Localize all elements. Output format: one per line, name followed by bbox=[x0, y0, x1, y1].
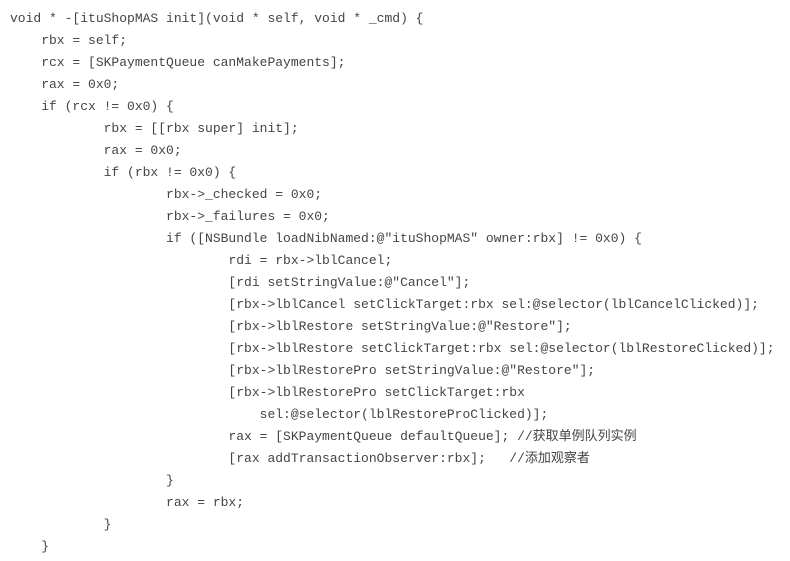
code-line: if (rcx != 0x0) { bbox=[10, 96, 780, 118]
code-line: sel:@selector(lblRestoreProClicked)]; bbox=[10, 404, 780, 426]
code-line: rax = 0x0; bbox=[10, 74, 780, 96]
code-line: rbx = [[rbx super] init]; bbox=[10, 118, 780, 140]
code-line: [rax addTransactionObserver:rbx]; //添加观察… bbox=[10, 448, 780, 470]
code-line: [rbx->lblRestorePro setStringValue:@"Res… bbox=[10, 360, 780, 382]
code-line: } bbox=[10, 470, 780, 492]
code-line: } bbox=[10, 536, 780, 558]
code-line: [rbx->lblRestorePro setClickTarget:rbx bbox=[10, 382, 780, 404]
code-line: } bbox=[10, 514, 780, 536]
code-line: if (rbx != 0x0) { bbox=[10, 162, 780, 184]
code-line: rax = [SKPaymentQueue defaultQueue]; //获… bbox=[10, 426, 780, 448]
code-line: rax = 0x0; bbox=[10, 140, 780, 162]
code-line: void * -[ituShopMAS init](void * self, v… bbox=[10, 8, 780, 30]
code-line: rdi = rbx->lblCancel; bbox=[10, 250, 780, 272]
code-line: rax = rbx; bbox=[10, 492, 780, 514]
code-line: if ([NSBundle loadNibNamed:@"ituShopMAS"… bbox=[10, 228, 780, 250]
code-line: [rbx->lblRestore setClickTarget:rbx sel:… bbox=[10, 338, 780, 360]
code-block: void * -[ituShopMAS init](void * self, v… bbox=[0, 0, 790, 561]
code-line: rcx = [SKPaymentQueue canMakePayments]; bbox=[10, 52, 780, 74]
code-line: [rdi setStringValue:@"Cancel"]; bbox=[10, 272, 780, 294]
code-line: [rbx->lblCancel setClickTarget:rbx sel:@… bbox=[10, 294, 780, 316]
code-line: rbx->_failures = 0x0; bbox=[10, 206, 780, 228]
code-line: rbx = self; bbox=[10, 30, 780, 52]
code-line: rbx->_checked = 0x0; bbox=[10, 184, 780, 206]
code-line: [rbx->lblRestore setStringValue:@"Restor… bbox=[10, 316, 780, 338]
